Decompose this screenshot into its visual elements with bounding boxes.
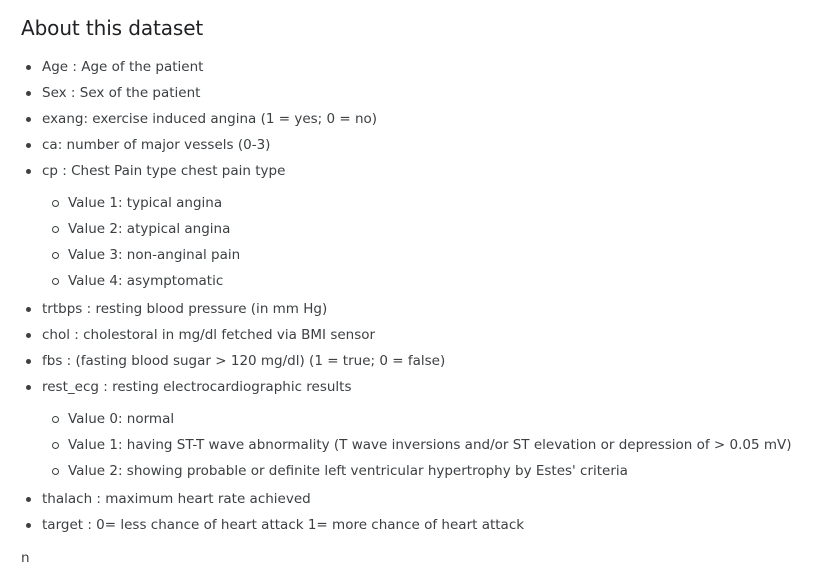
field-item-trtbps: trtbps : resting blood pressure (in mm H… bbox=[21, 296, 821, 322]
rest-ecg-value-item: Value 2: showing probable or definite le… bbox=[21, 458, 821, 484]
field-item-fbs: fbs : (fasting blood sugar > 120 mg/dl) … bbox=[21, 348, 821, 374]
field-item-age: Age : Age of the patient bbox=[21, 54, 821, 80]
cp-value-item: Value 1: typical angina bbox=[21, 190, 821, 216]
field-list: Age : Age of the patient Sex : Sex of th… bbox=[21, 54, 821, 538]
cp-values-container: Value 1: typical angina Value 2: atypica… bbox=[21, 184, 821, 296]
field-item-exang: exang: exercise induced angina (1 = yes;… bbox=[21, 106, 821, 132]
section-title: About this dataset bbox=[21, 16, 204, 40]
rest-ecg-value-item: Value 1: having ST-T wave abnormality (T… bbox=[21, 432, 821, 458]
cp-value-item: Value 3: non-anginal pain bbox=[21, 242, 821, 268]
field-item-cp: cp : Chest Pain type chest pain type bbox=[21, 158, 821, 184]
cp-value-list: Value 1: typical angina Value 2: atypica… bbox=[21, 184, 821, 296]
field-item-target: target : 0= less chance of heart attack … bbox=[21, 512, 821, 538]
trailing-text: n bbox=[21, 550, 30, 566]
rest-ecg-values-container: Value 0: normal Value 1: having ST-T wav… bbox=[21, 400, 821, 486]
rest-ecg-value-item: Value 0: normal bbox=[21, 406, 821, 432]
field-item-thalach: thalach : maximum heart rate achieved bbox=[21, 486, 821, 512]
field-item-sex: Sex : Sex of the patient bbox=[21, 80, 821, 106]
field-item-rest-ecg: rest_ecg : resting electrocardiographic … bbox=[21, 374, 821, 400]
rest-ecg-value-list: Value 0: normal Value 1: having ST-T wav… bbox=[21, 400, 821, 486]
cp-value-item: Value 4: asymptomatic bbox=[21, 268, 821, 294]
field-item-chol: chol : cholestoral in mg/dl fetched via … bbox=[21, 322, 821, 348]
field-item-ca: ca: number of major vessels (0-3) bbox=[21, 132, 821, 158]
cp-value-item: Value 2: atypical angina bbox=[21, 216, 821, 242]
dataset-description: About this dataset Age : Age of the pati… bbox=[21, 14, 821, 538]
